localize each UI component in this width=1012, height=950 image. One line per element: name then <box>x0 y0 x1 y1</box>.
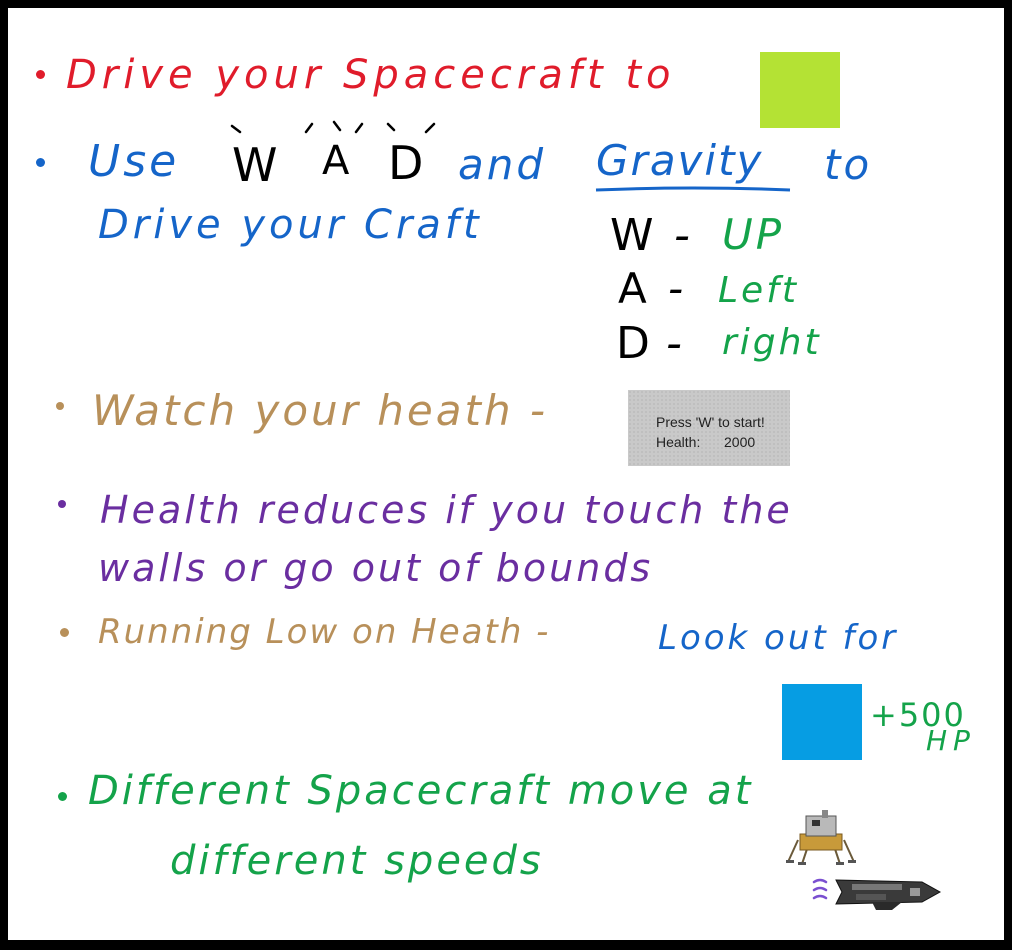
mapping-action-left: Left <box>718 270 799 311</box>
mapping-sep-d: - <box>666 318 685 369</box>
goal-text: Drive your Spacecraft to <box>66 52 676 98</box>
lunar-lander-icon <box>786 810 856 865</box>
bullet-dot <box>58 500 66 508</box>
bullet-dot <box>36 70 45 79</box>
spaceship-icon <box>812 878 942 910</box>
mapping-sep-a: - <box>668 264 687 313</box>
key-accent-marks <box>230 120 436 134</box>
gravity-text: Gravity <box>596 136 764 185</box>
mapping-key-a: A <box>618 264 650 313</box>
and-text: and <box>458 140 547 189</box>
health-hud-preview: Press 'W' to start! Health: 2000 <box>628 390 790 466</box>
to-text: to <box>824 140 873 189</box>
mapping-key-d: D <box>616 318 653 369</box>
bullet-dot <box>36 158 45 167</box>
hud-start-prompt: Press 'W' to start! <box>656 414 765 430</box>
mapping-action-up: UP <box>722 210 785 259</box>
gravity-underline <box>595 186 791 192</box>
hud-health-value: 2000 <box>724 434 756 450</box>
bullet-dot <box>56 402 64 410</box>
health-tip-text: Watch your heath - <box>92 386 549 435</box>
use-text: Use <box>88 136 180 187</box>
bullet-dot <box>60 628 69 637</box>
low-health-text: Running Low on Heath - <box>98 612 551 652</box>
goal-square-icon <box>760 52 840 128</box>
bullet-dot <box>58 792 67 801</box>
speed-tip-line2: different speeds <box>170 838 544 884</box>
controls-line2: Drive your Craft <box>98 202 483 248</box>
mapping-key-w: W <box>610 210 657 261</box>
key-w: W <box>232 138 281 192</box>
mapping-sep-w: - <box>674 210 693 261</box>
powerup-square-icon <box>782 684 862 760</box>
mapping-action-right: right <box>722 322 822 363</box>
instructions-board: Drive your Spacecraft to Use W A D and G… <box>0 0 1012 950</box>
look-out-text: Look out for <box>658 618 899 658</box>
damage-tip-line1: Health reduces if you touch the <box>100 488 793 532</box>
bonus-unit: HP <box>926 724 976 757</box>
damage-tip-line2: walls or go out of bounds <box>98 546 654 590</box>
speed-tip-line1: Different Spacecraft move at <box>88 768 754 814</box>
hud-health-label: Health: <box>656 434 701 450</box>
